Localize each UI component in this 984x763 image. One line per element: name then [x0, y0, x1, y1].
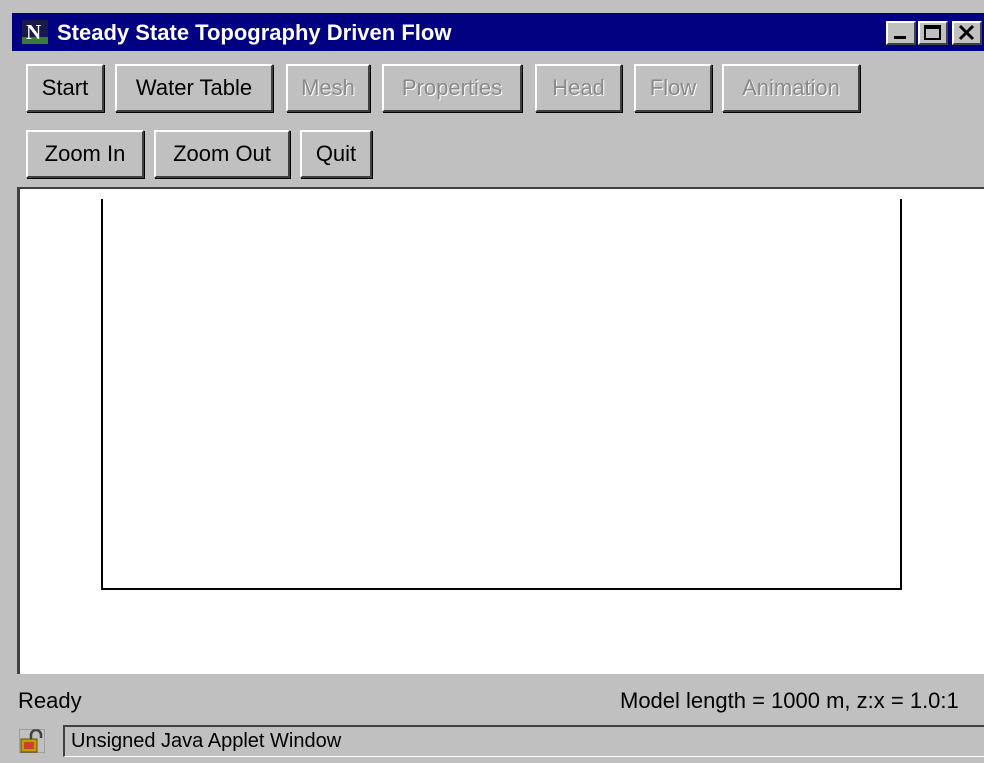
close-icon [958, 24, 975, 41]
model-info-text: Model length = 1000 m, z:x = 1.0:1 [620, 688, 959, 713]
unlocked-padlock-icon [18, 728, 46, 754]
animation-button[interactable]: Animation [722, 64, 860, 112]
head-button[interactable]: Head [535, 64, 622, 112]
properties-button[interactable]: Properties [382, 64, 522, 112]
maximize-icon [924, 25, 941, 40]
applet-window: N Steady State Topography Driven Flow St… [0, 0, 984, 763]
minimize-icon [894, 36, 906, 39]
model-domain-outline [101, 199, 902, 590]
quit-button[interactable]: Quit [300, 130, 372, 178]
window-title: Steady State Topography Driven Flow [57, 20, 452, 45]
minimize-button[interactable] [886, 21, 916, 45]
applet-warning-field: Unsigned Java Applet Window [63, 725, 984, 757]
netscape-n-icon: N [22, 20, 48, 44]
applet-warning-text: Unsigned Java Applet Window [71, 730, 342, 752]
mesh-button[interactable]: Mesh [286, 64, 370, 112]
model-canvas[interactable] [17, 187, 984, 674]
water-table-button[interactable]: Water Table [115, 64, 273, 112]
flow-button[interactable]: Flow [634, 64, 712, 112]
applet-warning-bar: Unsigned Java Applet Window [15, 723, 984, 759]
title-bar[interactable]: N Steady State Topography Driven Flow [12, 13, 984, 51]
svg-text:N: N [26, 20, 41, 44]
start-button[interactable]: Start [26, 64, 104, 112]
status-text: Ready [18, 688, 82, 713]
close-button[interactable] [952, 21, 982, 45]
zoom-out-button[interactable]: Zoom Out [154, 130, 290, 178]
maximize-button[interactable] [918, 21, 948, 45]
zoom-in-button[interactable]: Zoom In [26, 130, 144, 178]
